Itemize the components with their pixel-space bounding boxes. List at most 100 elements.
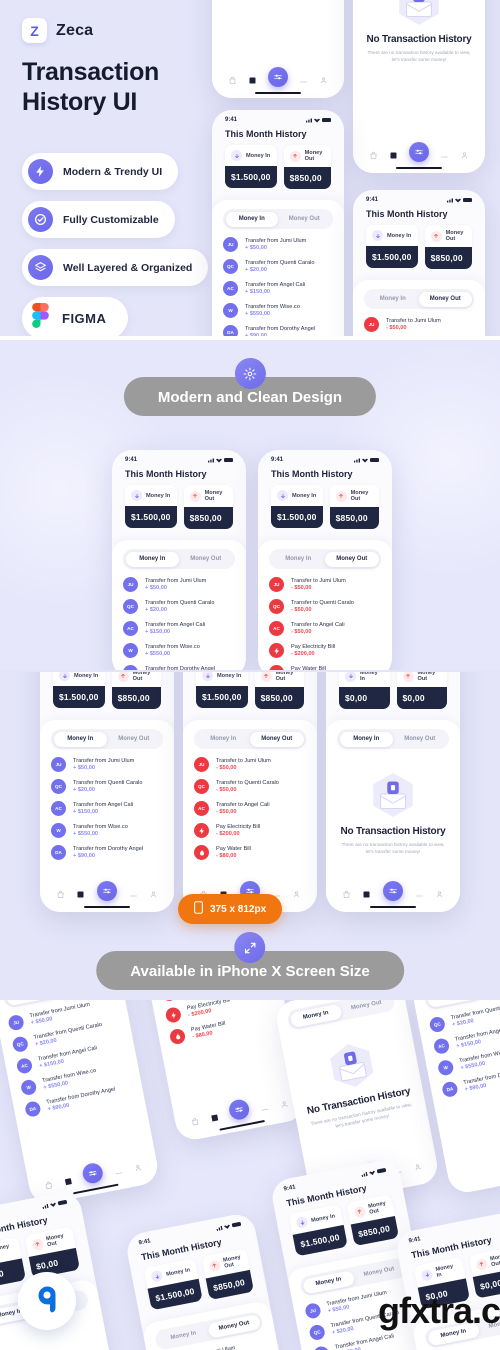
tab-money-out[interactable]: Money Out — [250, 731, 304, 747]
tab-switcher[interactable]: Money In Money Out — [269, 549, 381, 569]
summary-card-money-in: Money In $1.500,00 — [125, 485, 177, 529]
transaction-row[interactable]: AC Transfer to Angel Cali- $50,00 — [194, 801, 306, 816]
chart-icon[interactable] — [113, 1166, 124, 1177]
avatar: AC — [51, 801, 66, 816]
transaction-row[interactable]: JU Transfer from Jumi Ulum + $50,00 — [51, 757, 163, 772]
transaction-row[interactable]: DATransfer from Dorothy Angel+ $90,00 — [223, 325, 333, 336]
transaction-row[interactable]: Pay Water Bill- $80,00 — [194, 845, 306, 860]
transaction-row[interactable]: QC Transfer to Quenti Caralo - $50,00 — [269, 599, 381, 614]
transfer-fab-icon[interactable] — [382, 881, 403, 901]
tab-switcher[interactable]: Money In Money Out — [194, 729, 306, 749]
avatar: QC — [308, 1323, 326, 1342]
tab-money-in[interactable]: Money In — [157, 1323, 210, 1348]
summary-label: Money In — [310, 1212, 336, 1224]
tab-money-in[interactable]: Money In — [426, 1000, 480, 1008]
phone-mockup-tilted-out-bottom: 9:41 This Month History Money In $1.500,… — [124, 1211, 290, 1350]
chart-icon[interactable] — [299, 76, 308, 85]
bag-icon[interactable] — [44, 1180, 55, 1191]
transaction-row[interactable]: W Transfer from Wise.co + $550,00 — [51, 823, 163, 838]
bag-icon[interactable] — [369, 151, 378, 160]
transaction-name: Transfer from Wise.co — [145, 643, 200, 650]
summary-cards: Money In $1.500,00 Money Out $850,00 — [112, 485, 246, 538]
tab-switcher[interactable]: Money In Money Out — [337, 729, 449, 749]
transaction-row[interactable]: AC Transfer from Angel Cali+ $150,00 — [223, 281, 333, 296]
card-icon[interactable] — [210, 1112, 221, 1123]
tab-switcher[interactable]: Money In Money Out — [51, 729, 163, 749]
profile-icon[interactable] — [412, 1162, 423, 1173]
bag-icon[interactable] — [228, 76, 237, 85]
tab-switcher[interactable]: Money In Money Out — [223, 209, 333, 229]
transaction-row[interactable]: Pay Electricity Bill - $200,00 — [269, 643, 381, 658]
transaction-row[interactable]: AC Transfer from Angel Cali+ $150,00 — [123, 621, 235, 636]
profile-icon[interactable] — [435, 890, 444, 899]
transaction-name: Transfer from Jumi Ulum — [73, 757, 135, 764]
tab-money-in[interactable]: Money In — [125, 551, 179, 567]
transaction-row[interactable]: JU Transfer to Jumi Ulum- $50,00 — [269, 577, 381, 592]
tab-money-out[interactable]: Money Out — [419, 291, 472, 307]
transaction-row[interactable]: AC Transfer to Angel Cali- $50,00 — [269, 621, 381, 636]
bag-icon[interactable] — [190, 1116, 201, 1127]
transfer-fab-icon[interactable] — [408, 142, 429, 162]
chart-icon[interactable] — [415, 890, 424, 899]
summary-label: Money Out — [350, 490, 369, 502]
tab-money-out[interactable]: Money Out — [325, 551, 379, 567]
card-icon[interactable] — [389, 151, 398, 160]
transaction-row[interactable]: DATransfer from Dorothy Angel+ $90,00 — [51, 845, 163, 860]
tab-money-out[interactable]: Money Out — [207, 1313, 261, 1339]
tab-money-in[interactable]: Money In — [289, 1003, 343, 1028]
tab-money-out[interactable]: Money Out — [278, 212, 331, 227]
tab-money-out[interactable]: Money Out — [352, 1260, 405, 1285]
status-time: 9:41 — [138, 1238, 152, 1247]
transfer-fab-icon[interactable] — [227, 1097, 251, 1122]
tab-money-out[interactable]: Money Out — [179, 552, 233, 567]
tab-switcher[interactable]: Money In Money Out — [364, 289, 474, 309]
transaction-row[interactable]: JU Transfer to Jumi Ulum- $50,00 — [194, 757, 306, 772]
avatar: QC — [123, 599, 138, 614]
chart-icon[interactable] — [440, 151, 449, 160]
transaction-row[interactable]: JU Transfer to Jumi Ulum- $50,00 — [364, 317, 474, 332]
profile-icon[interactable] — [319, 76, 328, 85]
transaction-amount: + $550,00 — [145, 651, 171, 658]
summary-label: Money Out — [275, 672, 294, 682]
transaction-row[interactable]: DATransfer from Dorothy Angel+ $90,00 — [123, 665, 235, 670]
transaction-row[interactable]: JU Transfer from Jumi Ulum + $50,00 — [123, 577, 235, 592]
profile-icon[interactable] — [292, 890, 301, 899]
tab-money-out[interactable]: Money Out — [393, 732, 447, 747]
tab-money-in[interactable]: Money In — [4, 1000, 59, 1006]
tab-money-in[interactable]: Money In — [53, 731, 107, 747]
profile-icon[interactable] — [460, 151, 469, 160]
transfer-fab-icon[interactable] — [96, 881, 117, 901]
chart-icon[interactable] — [259, 1102, 270, 1113]
transaction-row[interactable]: AC Transfer from Angel Cali+ $150,00 — [51, 801, 163, 816]
tab-money-in[interactable]: Money In — [225, 211, 278, 227]
transaction-row[interactable]: W Transfer from Wise.co + $550,00 — [223, 303, 333, 318]
card-icon[interactable] — [248, 76, 257, 85]
tab-switcher[interactable]: Money In Money Out — [123, 549, 235, 569]
tab-money-in[interactable]: Money In — [272, 552, 326, 567]
transaction-row[interactable]: JU Transfer from Jumi Ulum + $50,00 — [223, 237, 333, 252]
transfer-fab-icon[interactable] — [81, 1161, 105, 1186]
transaction-row[interactable]: QC Transfer from Quenti Caralo+ $20,00 — [223, 259, 333, 274]
bag-icon[interactable] — [56, 890, 65, 899]
tab-money-out[interactable]: Money Out — [340, 1000, 393, 1018]
transaction-row[interactable]: W Transfer from Wise.co + $550,00 — [123, 643, 235, 658]
bag-icon[interactable] — [342, 890, 351, 899]
tab-money-in[interactable]: Money In — [339, 731, 393, 747]
profile-icon[interactable] — [279, 1099, 290, 1110]
transaction-row[interactable]: QC Transfer from Quenti Caralo+ $20,00 — [123, 599, 235, 614]
transaction-row[interactable]: QC Transfer to Quenti Caralo - $50,00 — [194, 779, 306, 794]
tab-money-in[interactable]: Money In — [197, 732, 251, 747]
transfer-fab-icon[interactable] — [267, 67, 288, 87]
transaction-row[interactable]: Pay Electricity Bill - $200,00 — [194, 823, 306, 838]
transaction-row[interactable]: Pay Water Bill- $80,00 — [269, 665, 381, 670]
chart-icon[interactable] — [129, 890, 138, 899]
card-icon[interactable] — [76, 890, 85, 899]
tab-money-out[interactable]: Money Out — [107, 732, 161, 747]
transaction-row[interactable]: QC Transfer from Quenti Caralo+ $20,00 — [51, 779, 163, 794]
profile-icon[interactable] — [132, 1162, 143, 1173]
tab-money-in[interactable]: Money In — [301, 1269, 356, 1295]
card-icon[interactable] — [63, 1176, 74, 1187]
tab-money-in[interactable]: Money In — [367, 292, 420, 307]
profile-icon[interactable] — [149, 890, 158, 899]
card-icon[interactable] — [362, 890, 371, 899]
